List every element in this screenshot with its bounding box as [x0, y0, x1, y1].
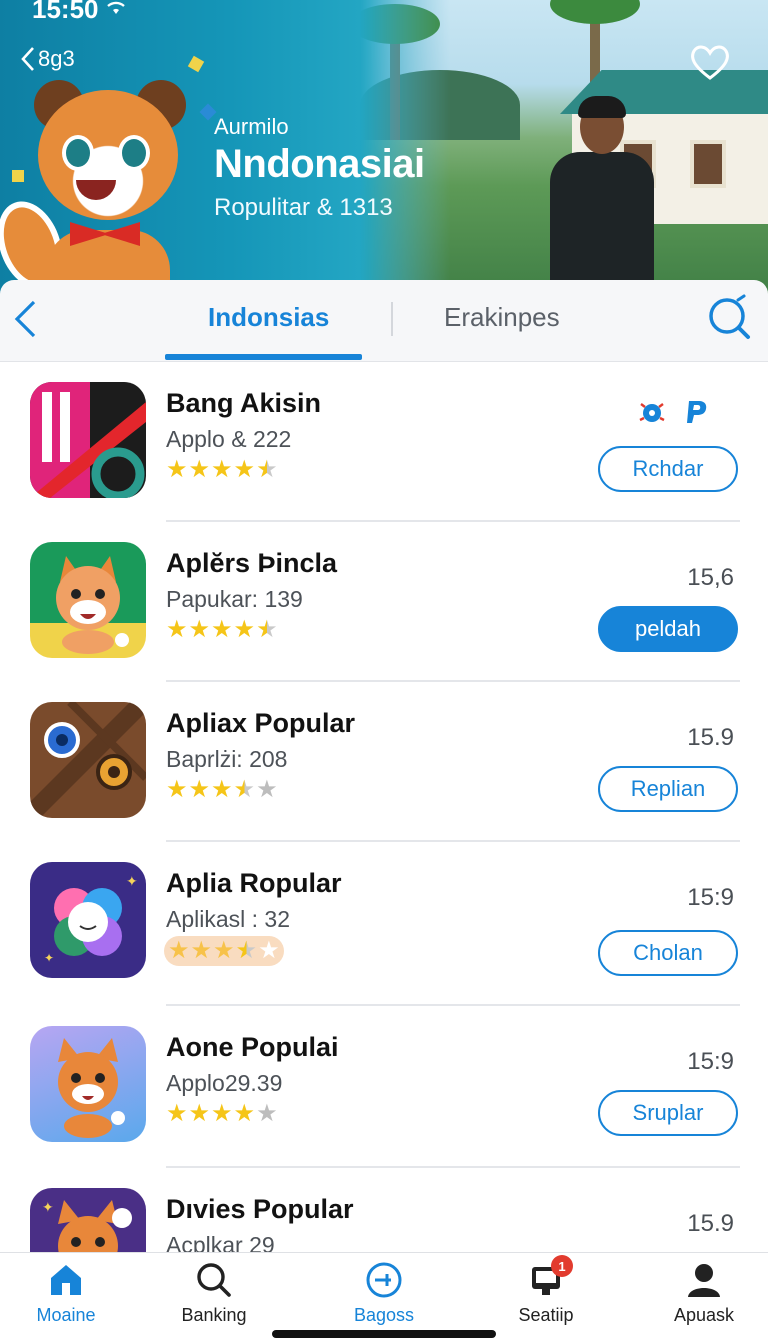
app-title: Dıvies Popular: [166, 1194, 354, 1224]
svg-text:✦: ✦: [126, 873, 138, 889]
action-button[interactable]: Cholan: [598, 930, 738, 976]
tab-divider: [391, 302, 393, 336]
rating-stars: ★ ★ ★ ★ ★: [166, 616, 278, 643]
app-title: Aplĕrs Þincla: [166, 548, 338, 578]
hero-banner: 15:50 8g3 Aurmilo Nndonasiai Ropulitar &…: [0, 0, 768, 300]
app-subtitle: Applo29.39: [166, 1070, 283, 1096]
app-subtitle: Aplikasl : 32: [166, 906, 291, 932]
striped-app-icon: [30, 382, 146, 498]
page-title: Nndonasiai: [214, 142, 425, 186]
app-subtitle: Baprlżi: 208: [166, 746, 288, 772]
nav-home[interactable]: Moaine: [6, 1261, 126, 1326]
mascot-illustration: [0, 80, 200, 300]
list-item[interactable]: ✦ ✦ Aplia Ropular Aplikasl : 32 ★ ★ ★ ★ ★ 15…: [0, 842, 768, 1006]
search-icon[interactable]: [706, 294, 752, 340]
person-photo: [540, 96, 660, 300]
home-icon: [51, 1265, 81, 1295]
action-button[interactable]: Sruplar: [598, 1090, 738, 1136]
cat-mascot-app-icon: [30, 542, 146, 658]
nav-banking[interactable]: Banking: [154, 1261, 274, 1326]
app-list: Bang Akisin Applo & 222 ★★★★★ Rchdar: [0, 362, 768, 1252]
flower-face-app-icon: ✦ ✦: [30, 862, 146, 978]
notification-badge: 1: [551, 1255, 573, 1277]
list-item[interactable]: Aplĕrs Þincla Papukar: 139 ★ ★ ★ ★ ★ 15,6 pe…: [0, 522, 768, 682]
badge-icons: [638, 398, 708, 426]
tab-other[interactable]: Erakinpes: [444, 302, 560, 333]
rating-stars: ★ ★ ★ ★ ★: [166, 1100, 278, 1127]
app-subtitle: Applo & 222: [166, 426, 292, 452]
app-title: Aplia Ropular: [166, 868, 342, 898]
nav-apuask[interactable]: Apuask: [644, 1261, 764, 1326]
fox-night-app-icon: ✦: [30, 1188, 146, 1252]
chevron-left-icon: [21, 47, 34, 71]
active-tab-indicator: [165, 354, 362, 360]
app-subtitle: Acplkar 29: [166, 1232, 275, 1252]
svg-text:✦: ✦: [44, 951, 54, 965]
nav-label: Apuask: [673, 1305, 735, 1325]
nav-label: Moaine: [36, 1305, 96, 1325]
back-label: 8g3: [38, 46, 75, 71]
app-title: Apliax Popular: [166, 708, 356, 738]
confetti-decoration: [187, 55, 205, 73]
action-button[interactable]: Rchdar: [598, 446, 738, 492]
hero-meta: Ropulitar & 1313: [214, 194, 393, 221]
nav-bagoss[interactable]: Bagoss: [324, 1261, 444, 1326]
wooden-board-app-icon: [30, 702, 146, 818]
back-button[interactable]: 8g3: [20, 46, 75, 72]
paypal-icon: [687, 401, 707, 423]
app-title: Aone Populai: [166, 1032, 339, 1062]
app-version: 15.9: [687, 1210, 734, 1237]
wifi-icon: [107, 1, 125, 14]
list-item[interactable]: ✦ Dıvies Popular Acplkar 29 15.9: [0, 1168, 768, 1252]
list-item[interactable]: Bang Akisin Applo & 222 ★ ★ ★ ★ ★ Rchdar: [0, 362, 768, 522]
list-item[interactable]: Apliax Popular Baprlżi: 208 ★ ★ ★ ★ ★ 15.9 R…: [0, 682, 768, 842]
heart-icon[interactable]: [688, 42, 732, 82]
app-title: Bang Akisin: [166, 388, 322, 418]
nav-seatiip[interactable]: 1 Seatiip: [486, 1255, 606, 1326]
nav-label: Banking: [181, 1305, 247, 1325]
user-icon: [688, 1264, 720, 1297]
chevron-left-icon[interactable]: [12, 298, 38, 340]
app-version: 15:9: [687, 1048, 734, 1075]
nav-label: Seatiip: [518, 1305, 574, 1325]
bug-icon: [639, 403, 665, 422]
rating-stars: ★ ★ ★ ★ ★: [166, 456, 278, 483]
fox-mascot-app-icon: [30, 1026, 146, 1142]
rating-stars: ★ ★ ★ ★ ★: [166, 776, 278, 803]
app-version: 15.9: [687, 724, 734, 751]
nav-label: Bagoss: [353, 1305, 415, 1325]
tab-indonesia[interactable]: Indonsias: [208, 302, 329, 333]
home-indicator: [272, 1330, 496, 1338]
app-subtitle: Papukar: 139: [166, 586, 303, 612]
rating-stars: ★ ★ ★ ★ ★: [164, 936, 284, 966]
tab-bar: Indonsias Erakinpes: [0, 280, 768, 362]
confetti-decoration: [12, 170, 24, 182]
app-version: 15,6: [687, 564, 734, 591]
svg-text:✦: ✦: [42, 1199, 54, 1215]
hero-subtitle: Aurmilo: [214, 114, 289, 139]
action-button[interactable]: peldah: [598, 606, 738, 652]
action-button[interactable]: Replian: [598, 766, 738, 812]
circle-minus-icon: [366, 1262, 402, 1298]
search-icon: [197, 1263, 231, 1297]
app-version: 15:9: [687, 884, 734, 911]
list-item[interactable]: Aone Populai Applo29.39 ★ ★ ★ ★ ★ 15:9 Srupl…: [0, 1006, 768, 1168]
status-time: 15:50: [32, 0, 99, 24]
